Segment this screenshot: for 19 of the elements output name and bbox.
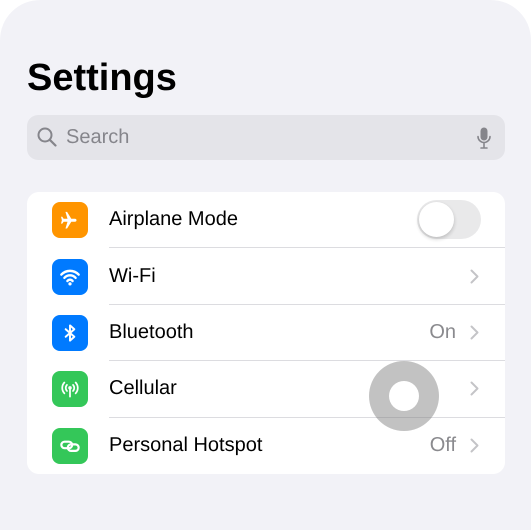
settings-row[interactable]: Airplane Mode — [27, 192, 505, 248]
chevron-icon — [470, 381, 479, 396]
row-value: On — [429, 320, 456, 344]
chevron-icon — [470, 268, 479, 284]
row-label: Bluetooth — [109, 320, 195, 344]
settings-row[interactable]: Personal Hotspot Off — [27, 418, 505, 474]
settings-row[interactable]: Bluetooth On — [27, 304, 505, 362]
page-title: Settings — [27, 56, 178, 101]
row-label: Airplane Mode — [109, 208, 239, 232]
microphone-icon[interactable] — [477, 127, 491, 149]
chevron-icon — [470, 324, 479, 340]
row-label: Cellular — [109, 377, 178, 400]
toggle-switch[interactable] — [417, 200, 481, 240]
chevron-icon — [470, 438, 479, 454]
settings-row[interactable]: Wi-Fi — [27, 248, 505, 305]
row-label: Wi-Fi — [109, 264, 157, 288]
row-label: Personal Hotspot — [109, 434, 264, 458]
row-value: Off — [430, 434, 456, 458]
search-field[interactable]: Search — [27, 115, 505, 160]
